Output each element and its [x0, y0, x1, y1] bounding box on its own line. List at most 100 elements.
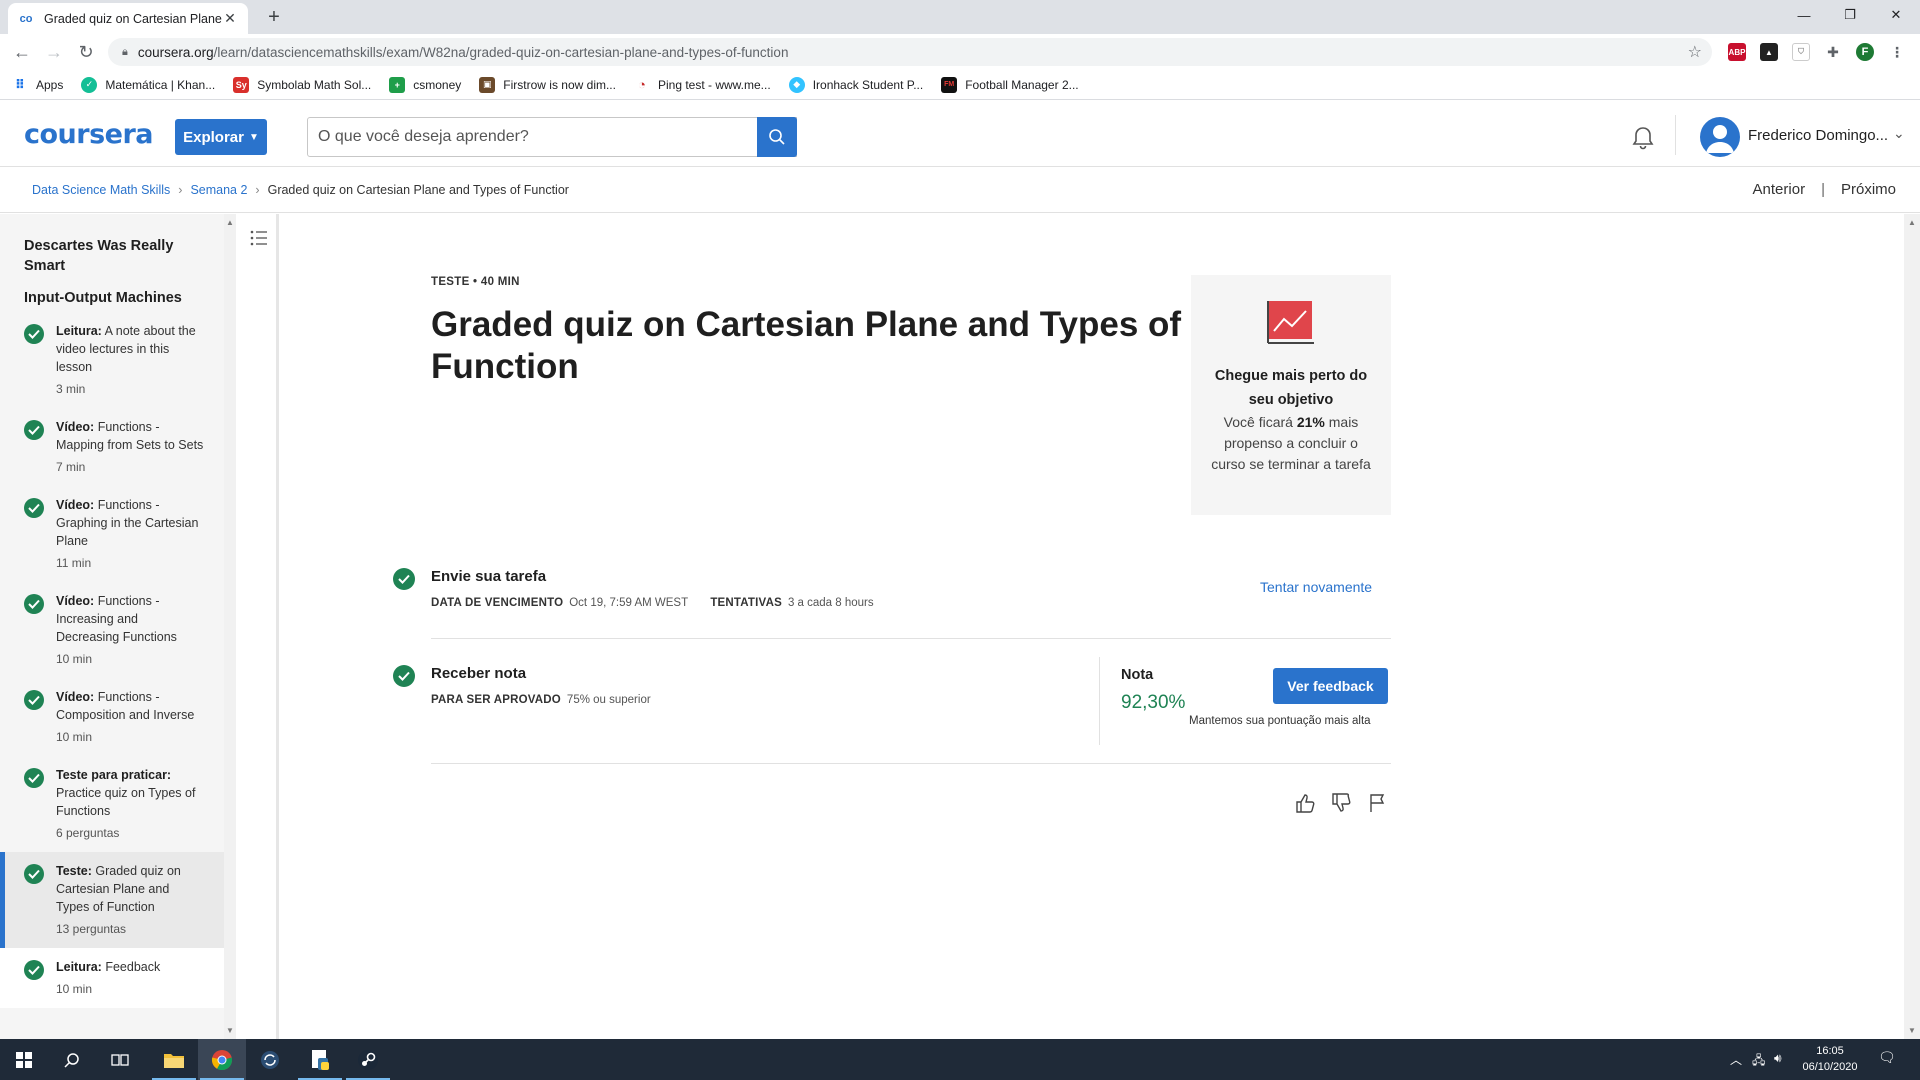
firstrow-icon: ▣	[479, 76, 496, 93]
item-kind: Vídeo:	[56, 498, 95, 512]
profile-avatar-icon[interactable]: F	[1856, 43, 1874, 61]
scroll-up-icon[interactable]: ▲	[226, 218, 234, 227]
notification-center-icon[interactable]: 🗨︎	[1878, 1049, 1896, 1066]
reload-icon[interactable]: ↻	[74, 40, 98, 64]
section-title: Input-Output Machines	[24, 290, 182, 306]
thumbs-down-icon[interactable]	[1330, 792, 1352, 814]
breadcrumb: Data Science Math Skills › Semana 2 › Gr…	[32, 183, 569, 197]
grade-meta: PARA SER APROVADO 75% ou superior	[431, 694, 1031, 706]
flag-icon[interactable]	[1366, 792, 1388, 814]
windows-start-icon[interactable]	[0, 1039, 48, 1080]
grade-heading: Receber nota	[431, 665, 527, 682]
sidebar-item[interactable]: Vídeo: Functions - Composition and Inver…	[0, 678, 224, 756]
tab-close-icon[interactable]: ✕	[222, 10, 238, 27]
user-menu-chevron-icon[interactable]: ⌄	[1893, 125, 1905, 142]
extension-dark-icon[interactable]: ▲	[1760, 43, 1778, 61]
search-button[interactable]	[757, 117, 797, 157]
sync-app-icon[interactable]	[246, 1039, 294, 1080]
bookmark-label: Football Manager 2...	[965, 77, 1079, 92]
bookmark-csmoney[interactable]: + csmoney	[389, 76, 461, 93]
browser-toolbar: ← → ↻ 🔒︎ coursera.org/learn/datasciencem…	[0, 34, 1920, 70]
page-title: Graded quiz on Cartesian Plane and Types…	[431, 305, 1182, 386]
thumbs-up-icon[interactable]	[1294, 792, 1316, 814]
browser-tab[interactable]: co Graded quiz on Cartesian Plane a ✕	[8, 3, 248, 34]
quiz-main: TESTE • 40 MIN Graded quiz on Cartesian …	[282, 214, 1902, 1039]
file-explorer-icon[interactable]	[150, 1039, 198, 1080]
item-navigation: Anterior | Próximo	[1753, 181, 1896, 198]
bookmark-label: Symbolab Math Sol...	[257, 77, 372, 92]
bookmark-firstrow[interactable]: ▣ Firstrow is now dim...	[479, 76, 616, 93]
symbolab-icon: Sy	[233, 76, 250, 93]
list-toggle-icon[interactable]	[250, 230, 268, 246]
breadcrumb-course-link[interactable]: Data Science Math Skills	[32, 183, 170, 197]
sidebar-item[interactable]: Leitura: Feedback 10 min	[0, 948, 224, 1008]
python-idle-icon[interactable]	[296, 1039, 344, 1080]
item-meta: 6 perguntas	[56, 826, 120, 840]
tray-chevron-up-icon[interactable]: ︿	[1730, 1051, 1742, 1068]
volume-icon[interactable]: 🔊︎	[1774, 1051, 1782, 1066]
minimize-icon[interactable]: —	[1782, 0, 1826, 30]
ironhack-icon: ◆	[788, 76, 805, 93]
user-name[interactable]: Frederico Domingo...	[1748, 127, 1888, 144]
task-view-icon[interactable]	[96, 1039, 144, 1080]
new-tab-icon[interactable]: +	[262, 6, 286, 29]
search-input[interactable]: O que você deseja aprender?	[307, 117, 797, 157]
bookmark-label: Ping test - www.me...	[657, 77, 771, 92]
course-sidebar: Descartes Was Really Smart Input-Output …	[0, 214, 224, 1039]
sidebar-item[interactable]: Vídeo: Functions - Increasing and Decrea…	[0, 582, 224, 678]
restore-icon[interactable]: ❐	[1828, 0, 1872, 30]
scroll-down-icon[interactable]: ▼	[226, 1026, 234, 1035]
submit-step: Envie sua tarefa DATA DE VENCIMENTO Oct 1…	[393, 568, 1391, 609]
scroll-up-icon[interactable]: ▲	[1908, 218, 1916, 227]
goal-body: Você ficará 21% mais propenso a concluir…	[1207, 412, 1375, 475]
chrome-icon[interactable]	[198, 1039, 246, 1080]
view-feedback-button[interactable]: Ver feedback	[1273, 668, 1388, 704]
csmoney-icon: +	[389, 76, 406, 93]
breadcrumb-current: Graded quiz on Cartesian Plane and Types…	[267, 183, 569, 197]
item-meta: 7 min	[56, 460, 86, 474]
steam-icon[interactable]	[344, 1039, 392, 1080]
next-link[interactable]: Próximo	[1841, 181, 1896, 198]
item-meta: 10 min	[56, 730, 93, 744]
due-date-label: DATA DE VENCIMENTO	[431, 597, 564, 609]
bookmark-football-manager[interactable]: FM Football Manager 2...	[941, 76, 1079, 93]
scroll-down-icon[interactable]: ▼	[1908, 1026, 1916, 1035]
network-icon[interactable]: 🖧︎	[1752, 1051, 1765, 1072]
main-scrollbar[interactable]: ▲ ▼	[1904, 214, 1920, 1039]
item-meta: 10 min	[56, 652, 93, 666]
sidebar-item-active[interactable]: Teste: Graded quiz on Cartesian Plane an…	[0, 852, 224, 948]
search-icon[interactable]	[48, 1039, 96, 1080]
window-close-icon[interactable]: ✕	[1874, 0, 1918, 30]
sidebar-item[interactable]: Leitura: A note about the video lectures…	[0, 312, 224, 408]
previous-link[interactable]: Anterior	[1753, 181, 1806, 198]
retry-link[interactable]: Tentar novamente	[1260, 579, 1372, 595]
browser-menu-icon[interactable]: ⋮	[1888, 43, 1906, 61]
breadcrumb-week-link[interactable]: Semana 2	[190, 183, 247, 197]
user-avatar-icon[interactable]	[1700, 117, 1740, 157]
sidebar-item[interactable]: Vídeo: Functions - Mapping from Sets to …	[0, 408, 224, 486]
shield-extension-icon[interactable]: ⛉	[1792, 43, 1810, 61]
bookmark-khan[interactable]: ✓ Matemática | Khan...	[81, 76, 215, 93]
goal-body-text: Você ficará	[1223, 414, 1297, 430]
breadcrumb-chevron-icon: ›	[178, 183, 183, 197]
sidebar-item[interactable]: Teste para praticar: Practice quiz on Ty…	[0, 756, 224, 852]
bookmark-label: Ironhack Student P...	[812, 77, 924, 92]
bookmark-ping-test[interactable]: ◔ Ping test - www.me...	[634, 77, 771, 93]
bookmark-star-icon[interactable]: ☆	[1688, 42, 1702, 62]
bookmark-symbolab[interactable]: Sy Symbolab Math Sol...	[233, 76, 372, 93]
trend-chart-icon	[1267, 301, 1314, 344]
section-divider	[431, 763, 1391, 764]
bookmark-apps[interactable]: ⠿ Apps	[12, 77, 63, 93]
address-bar[interactable]: 🔒︎ coursera.org/learn/datasciencemathski…	[108, 38, 1712, 66]
forward-arrow-icon[interactable]: →	[42, 40, 66, 64]
explore-button[interactable]: Explorar ▼	[175, 119, 267, 155]
back-arrow-icon[interactable]: ←	[10, 40, 34, 64]
taskbar-clock[interactable]: 16:05 06/10/2020	[1798, 1043, 1862, 1075]
sidebar-item[interactable]: Vídeo: Functions - Graphing in the Carte…	[0, 486, 224, 582]
sidebar-scrollbar[interactable]: ▲ ▼	[224, 214, 236, 1039]
notifications-bell-icon[interactable]	[1630, 125, 1656, 151]
coursera-logo[interactable]: coursera	[24, 119, 154, 150]
adblock-plus-icon[interactable]: ABP	[1728, 43, 1746, 61]
extensions-puzzle-icon[interactable]: ✚	[1824, 43, 1842, 61]
bookmark-ironhack[interactable]: ◆ Ironhack Student P...	[788, 76, 924, 93]
